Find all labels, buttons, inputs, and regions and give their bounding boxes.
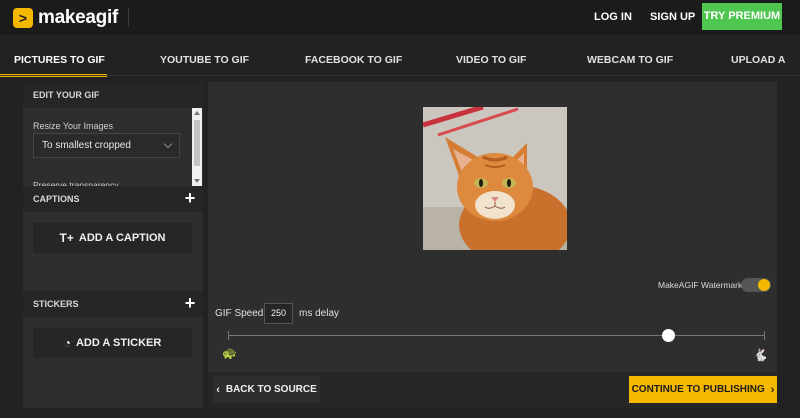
stickers-heading: STICKERS + (23, 291, 203, 317)
watermark-toggle[interactable] (741, 278, 771, 292)
tab-video-to-gif[interactable]: VIDEO TO GIF (456, 46, 526, 76)
speed-unit-label: ms delay (299, 308, 340, 319)
settings-scrollbar[interactable] (192, 108, 202, 186)
edit-your-gif-heading: EDIT YOUR GIF (23, 82, 203, 108)
logo-text: makeagif (38, 7, 118, 28)
chevron-left-icon: ‹ (216, 383, 220, 396)
tab-pictures-to-gif[interactable]: PICTURES TO GIF (14, 46, 105, 76)
gif-preview-image (423, 107, 567, 250)
stickers-heading-label: STICKERS (33, 299, 79, 309)
toggle-knob (758, 279, 770, 291)
back-to-source-button[interactable]: ‹ BACK TO SOURCE (213, 376, 320, 403)
add-caption-label: ADD A CAPTION (78, 232, 166, 244)
continue-to-publishing-button[interactable]: CONTINUE TO PUBLISHING › (629, 376, 777, 403)
slider-max-tick (764, 331, 765, 340)
tab-upload-a-gif[interactable]: UPLOAD A GIF (731, 46, 800, 94)
back-to-source-label: BACK TO SOURCE (225, 384, 317, 395)
logo-divider (128, 8, 129, 27)
logo-play-icon: > (13, 8, 33, 28)
chevron-right-icon: › (770, 383, 775, 396)
slider-min-tick (228, 331, 229, 340)
preview-panel: MakeAGIF Watermark GIF Speed: 250 ms del… (208, 82, 777, 408)
scroll-down-arrow-icon[interactable] (194, 179, 200, 183)
tab-youtube-to-gif[interactable]: YOUTUBE TO GIF (160, 46, 249, 76)
speed-slider-track[interactable] (228, 335, 765, 336)
logo[interactable]: > makeagif (13, 7, 118, 29)
text-add-icon: T+ (59, 231, 74, 245)
top-bar: > makeagif LOG IN SIGN UP TRY PREMIUM (0, 0, 800, 35)
action-bar: ‹ BACK TO SOURCE CONTINUE TO PUBLISHING … (208, 372, 777, 408)
login-link[interactable]: LOG IN (594, 0, 632, 35)
signup-link[interactable]: SIGN UP (650, 0, 695, 35)
resize-select[interactable]: To smallest cropped (33, 133, 180, 158)
continue-label: CONTINUE TO PUBLISHING (631, 384, 765, 395)
captions-heading: CAPTIONS + (23, 186, 203, 212)
sticker-icon: ◔ (63, 336, 71, 350)
resize-select-value: To smallest cropped (42, 140, 131, 151)
speed-slider-handle[interactable] (661, 329, 675, 342)
tab-facebook-to-gif[interactable]: FACEBOOK TO GIF (305, 46, 402, 76)
add-caption-button[interactable]: T+ ADD A CAPTION (33, 223, 192, 253)
gif-speed-label: GIF Speed: (215, 308, 267, 319)
source-tabs: PICTURES TO GIF YOUTUBE TO GIF FACEBOOK … (0, 46, 800, 94)
captions-heading-label: CAPTIONS (33, 194, 80, 204)
add-sticker-label: ADD A STICKER (75, 337, 162, 349)
add-caption-plus-icon[interactable]: + (177, 186, 203, 212)
resize-label: Resize Your Images (33, 121, 114, 131)
try-premium-button[interactable]: TRY PREMIUM (702, 3, 782, 30)
gif-speed-input[interactable]: 250 (264, 303, 293, 324)
scroll-up-arrow-icon[interactable] (194, 111, 200, 115)
chevron-down-icon (163, 139, 173, 149)
add-sticker-plus-icon[interactable]: + (177, 291, 203, 317)
rabbit-icon: 🐇 (753, 348, 768, 362)
cat-photo (423, 107, 567, 250)
tab-divider (0, 75, 800, 76)
add-sticker-button[interactable]: ◔ ADD A STICKER (33, 328, 192, 358)
watermark-label: MakeAGIF Watermark (658, 280, 743, 290)
edit-panel: EDIT YOUR GIF Resize Your Images To smal… (23, 82, 203, 408)
turtle-icon: 🐢 (222, 346, 237, 360)
scroll-thumb[interactable] (194, 120, 200, 166)
tab-webcam-to-gif[interactable]: WEBCAM TO GIF (587, 46, 673, 76)
